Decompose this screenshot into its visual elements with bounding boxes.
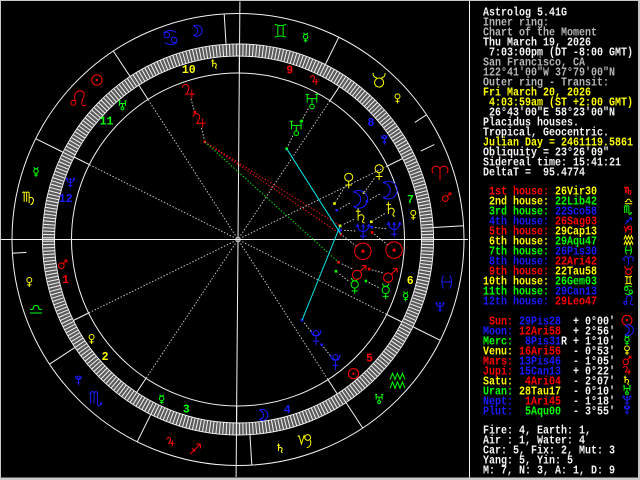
svg-text:11: 11 xyxy=(100,116,114,129)
svg-text:5: 5 xyxy=(366,352,373,365)
svg-text:4: 4 xyxy=(284,404,291,417)
svg-text:3: 3 xyxy=(183,403,190,416)
svg-text:2: 2 xyxy=(102,351,109,364)
svg-text:10: 10 xyxy=(182,64,196,77)
svg-text:1: 1 xyxy=(62,274,69,287)
svg-text:6: 6 xyxy=(407,275,414,288)
svg-text:12: 12 xyxy=(59,193,73,206)
svg-text:9: 9 xyxy=(286,65,293,78)
svg-text:7: 7 xyxy=(407,194,414,207)
svg-text:8: 8 xyxy=(367,117,374,130)
